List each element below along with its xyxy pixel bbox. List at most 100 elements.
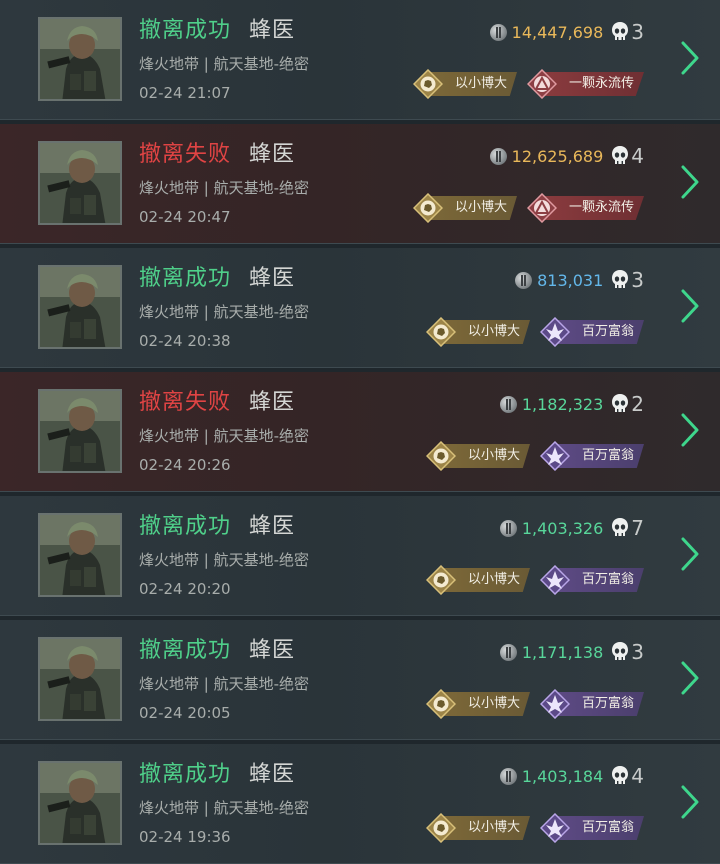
kill-count: 2	[631, 392, 644, 416]
operator-name: 蜂医	[249, 762, 296, 787]
badge-emblem	[425, 317, 456, 347]
map-mode-label: 烽火地带 | 航天基地-绝密	[139, 179, 310, 197]
operator-name: 蜂医	[249, 142, 296, 167]
achievement-badge: 百万富翁	[539, 689, 644, 719]
match-timestamp: 02-24 21:07	[139, 84, 231, 102]
achievement-badges: 以小博大 百万富翁	[416, 317, 644, 347]
operator-name: 蜂医	[249, 18, 296, 43]
map-mode-label: 烽火地带 | 航天基地-绝密	[139, 799, 310, 817]
badge-emblem	[539, 689, 570, 719]
badge-emblem	[425, 565, 456, 595]
achievement-badge: 百万富翁	[539, 317, 644, 347]
crystal-emblem-icon	[539, 813, 570, 843]
map-mode-label: 烽火地带 | 航天基地-绝密	[139, 551, 310, 569]
operator-avatar	[38, 141, 122, 225]
loot-value: 813,031	[537, 270, 604, 290]
crystal-emblem-icon	[539, 565, 570, 595]
operator-name: 蜂医	[249, 390, 296, 415]
achievement-badge: 以小博大	[425, 565, 530, 595]
badge-emblem	[412, 193, 443, 223]
map-mode-label: 烽火地带 | 航天基地-绝密	[139, 55, 310, 73]
operator-name: 蜂医	[249, 266, 296, 291]
loot-value: 1,182,323	[521, 394, 604, 414]
fist-emblem-icon	[425, 317, 456, 347]
match-record-row[interactable]: 撤离成功 蜂医 烽火地带 | 航天基地-绝密 02-24 19:36 1,403…	[0, 744, 720, 864]
fist-emblem-icon	[412, 69, 443, 99]
loot-value-group: 1,182,323 2	[499, 391, 644, 417]
match-record-row[interactable]: 撤离成功 蜂医 烽火地带 | 航天基地-绝密 02-24 20:05 1,171…	[0, 620, 720, 740]
soldier-portrait-icon	[40, 143, 120, 223]
loot-value-group: 1,403,326 7	[499, 515, 644, 541]
loot-value: 1,171,138	[521, 642, 604, 662]
loot-value-group: 14,447,698 3	[489, 19, 644, 45]
loot-value: 14,447,698	[511, 22, 604, 42]
soldier-portrait-icon	[40, 639, 120, 719]
fist-emblem-icon	[412, 193, 443, 223]
kill-count: 3	[631, 268, 644, 292]
chevron-right-icon[interactable]	[680, 288, 700, 324]
achievement-badge: 百万富翁	[539, 441, 644, 471]
badge-emblem	[539, 565, 570, 595]
chevron-right-icon[interactable]	[680, 40, 700, 76]
skull-icon	[612, 146, 629, 164]
triangle-emblem-icon	[526, 193, 557, 223]
loot-value-group: 1,171,138 3	[499, 639, 644, 665]
coin-icon	[499, 519, 517, 537]
operator-name: 蜂医	[249, 514, 296, 539]
achievement-badges: 以小博大 百万富翁	[416, 689, 644, 719]
chevron-right-icon[interactable]	[680, 784, 700, 820]
achievement-badges: 以小博大 百万富翁	[416, 441, 644, 471]
extraction-status: 撤离失败	[139, 142, 232, 167]
extraction-status: 撤离成功	[139, 18, 232, 43]
operator-avatar	[38, 389, 122, 473]
match-record-row[interactable]: 撤离成功 蜂医 烽火地带 | 航天基地-绝密 02-24 21:07 14,44…	[0, 0, 720, 120]
loot-value-group: 1,403,184 4	[499, 763, 644, 789]
soldier-portrait-icon	[40, 763, 120, 843]
match-record-row[interactable]: 撤离成功 蜂医 烽火地带 | 航天基地-绝密 02-24 20:38 813,0…	[0, 248, 720, 368]
soldier-portrait-icon	[40, 267, 120, 347]
coin-icon	[499, 395, 517, 413]
loot-value: 12,625,689	[511, 146, 604, 166]
match-record-row[interactable]: 撤离失败 蜂医 烽火地带 | 航天基地-绝密 02-24 20:47 12,62…	[0, 124, 720, 244]
badge-emblem	[425, 689, 456, 719]
match-timestamp: 02-24 20:20	[139, 580, 231, 598]
kill-count: 3	[631, 640, 644, 664]
loot-value-group: 12,625,689 4	[489, 143, 644, 169]
extraction-status: 撤离成功	[139, 762, 232, 787]
map-mode-label: 烽火地带 | 航天基地-绝密	[139, 427, 310, 445]
skull-icon	[612, 394, 629, 412]
achievement-badge: 以小博大	[412, 193, 517, 223]
achievement-badge: 以小博大	[425, 689, 530, 719]
achievement-badge: 一颗永流传	[526, 193, 644, 223]
kill-count: 4	[631, 764, 644, 788]
badge-emblem	[539, 317, 570, 347]
badge-emblem	[526, 69, 557, 99]
skull-icon	[612, 270, 629, 288]
operator-avatar	[38, 513, 122, 597]
operator-avatar	[38, 761, 122, 845]
match-record-row[interactable]: 撤离成功 蜂医 烽火地带 | 航天基地-绝密 02-24 20:20 1,403…	[0, 496, 720, 616]
coin-icon	[499, 767, 517, 785]
extraction-status: 撤离成功	[139, 638, 232, 663]
chevron-right-icon[interactable]	[680, 412, 700, 448]
skull-icon	[612, 518, 629, 536]
coin-icon	[499, 643, 517, 661]
chevron-right-icon[interactable]	[680, 660, 700, 696]
map-mode-label: 烽火地带 | 航天基地-绝密	[139, 675, 310, 693]
match-history-list: 撤离成功 蜂医 烽火地带 | 航天基地-绝密 02-24 21:07 14,44…	[0, 0, 720, 864]
achievement-badge: 百万富翁	[539, 813, 644, 843]
match-record-row[interactable]: 撤离失败 蜂医 烽火地带 | 航天基地-绝密 02-24 20:26 1,182…	[0, 372, 720, 492]
coin-icon	[515, 271, 533, 289]
chevron-right-icon[interactable]	[680, 164, 700, 200]
crystal-emblem-icon	[539, 689, 570, 719]
triangle-emblem-icon	[526, 69, 557, 99]
achievement-badge: 百万富翁	[539, 565, 644, 595]
badge-emblem	[412, 69, 443, 99]
achievement-badge: 以小博大	[425, 813, 530, 843]
badge-emblem	[539, 441, 570, 471]
badge-emblem	[425, 813, 456, 843]
loot-value: 1,403,184	[521, 766, 604, 786]
fist-emblem-icon	[425, 441, 456, 471]
chevron-right-icon[interactable]	[680, 536, 700, 572]
loot-value-group: 813,031 3	[515, 267, 644, 293]
